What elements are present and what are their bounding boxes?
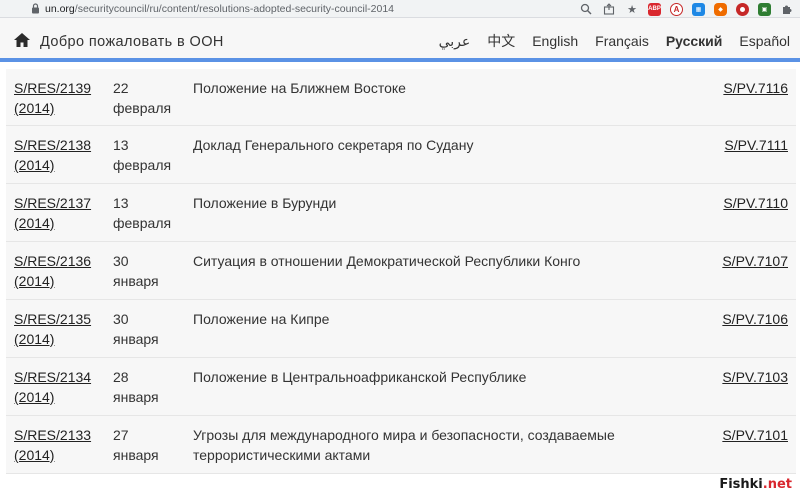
lang-spanish[interactable]: Español <box>739 33 790 49</box>
table-row: S/RES/2138 (2014) 13 февраля Доклад Генера… <box>6 126 796 184</box>
url-field[interactable]: un.org/securitycouncil/ru/content/resolu… <box>45 3 394 15</box>
meeting-record-link[interactable]: S/PV.7116 <box>723 78 788 98</box>
lock-icon[interactable] <box>28 0 42 18</box>
lang-french[interactable]: Français <box>595 33 649 49</box>
meeting-record-link[interactable]: S/PV.7110 <box>723 193 788 213</box>
title-cell: Угрозы для международного мира и безопас… <box>193 427 615 463</box>
date-cell: 22 февраля <box>113 80 172 116</box>
title-cell: Положение в Центральноафриканской Респуб… <box>193 369 527 385</box>
lang-chinese[interactable]: 中文 <box>487 31 515 51</box>
share-icon[interactable] <box>602 2 616 16</box>
lang-arabic[interactable]: عربي <box>439 33 471 50</box>
meeting-record-link[interactable]: S/PV.7106 <box>722 309 788 329</box>
browser-address-bar: un.org/securitycouncil/ru/content/resolu… <box>0 0 800 18</box>
browser-toolbar: ★ ABP A ▦ ◆ ▣ <box>579 1 794 17</box>
resolution-link[interactable]: S/RES/2133 (2014) <box>14 425 109 465</box>
meeting-record-link[interactable]: S/PV.7103 <box>722 367 788 387</box>
meeting-record-link[interactable]: S/PV.7111 <box>724 135 788 155</box>
table-row: S/RES/2135 (2014) 30 января Положение на К… <box>6 300 796 358</box>
resolution-link[interactable]: S/RES/2138 (2014) <box>14 135 109 175</box>
date-cell: 27 января <box>113 427 159 463</box>
adblock-extension-icon[interactable]: ABP <box>648 2 661 16</box>
table-row: S/RES/2134 (2014) 28 января Положение в Це… <box>6 358 796 416</box>
date-cell: 30 января <box>113 311 159 347</box>
home-icon[interactable] <box>13 32 31 48</box>
date-cell: 13 февраля <box>113 137 172 173</box>
resolution-link[interactable]: S/RES/2135 (2014) <box>14 309 109 349</box>
resolution-link[interactable]: S/RES/2134 (2014) <box>14 367 109 407</box>
title-cell: Положение на Ближнем Востоке <box>193 80 406 96</box>
date-cell: 28 января <box>113 369 159 405</box>
title-cell: Положение на Кипре <box>193 311 330 327</box>
lang-russian[interactable]: Русский <box>666 33 723 49</box>
welcome-link[interactable]: Добро пожаловать в ООН <box>40 34 224 50</box>
meeting-record-link[interactable]: S/PV.7101 <box>722 425 788 445</box>
title-cell: Доклад Генерального секретаря по Судану <box>193 137 474 153</box>
un-top-bar: Добро пожаловать в ООН عربي 中文 English F… <box>0 18 800 62</box>
resolution-link[interactable]: S/RES/2139 (2014) <box>14 78 109 118</box>
lang-english[interactable]: English <box>532 33 578 49</box>
resolution-link[interactable]: S/RES/2137 (2014) <box>14 193 109 233</box>
title-cell: Ситуация в отношении Демократической Рес… <box>193 253 581 269</box>
watermark: Fishki.net <box>719 477 792 492</box>
meeting-record-link[interactable]: S/PV.7107 <box>722 251 788 271</box>
date-cell: 13 февраля <box>113 195 172 231</box>
resolution-link[interactable]: S/RES/2136 (2014) <box>14 251 109 291</box>
resolutions-table: S/RES/2139 (2014) 22 февраля Положение на … <box>6 69 796 474</box>
puzzle-extensions-icon[interactable] <box>780 2 794 16</box>
extension-grid-icon[interactable]: ▦ <box>692 2 705 16</box>
table-row: S/RES/2133 (2014) 27 января Угрозы для меж… <box>6 416 796 474</box>
table-row: S/RES/2136 (2014) 30 января Ситуация в отн… <box>6 242 796 300</box>
extension-a-icon[interactable]: A <box>670 2 683 16</box>
zoom-icon[interactable] <box>579 2 593 16</box>
shield-extension-icon[interactable]: ◆ <box>714 2 727 16</box>
record-extension-icon[interactable] <box>736 2 749 16</box>
date-cell: 30 января <box>113 253 159 289</box>
language-switcher: عربي 中文 English Français Русский Español <box>439 31 790 51</box>
table-row: S/RES/2137 (2014) 13 февраля Положение в Б… <box>6 184 796 242</box>
title-cell: Положение в Бурунди <box>193 195 337 211</box>
table-row: S/RES/2139 (2014) 22 февраля Положение на … <box>6 69 796 126</box>
extension-box-icon[interactable]: ▣ <box>758 2 771 16</box>
bookmark-star-icon[interactable]: ★ <box>625 2 639 16</box>
